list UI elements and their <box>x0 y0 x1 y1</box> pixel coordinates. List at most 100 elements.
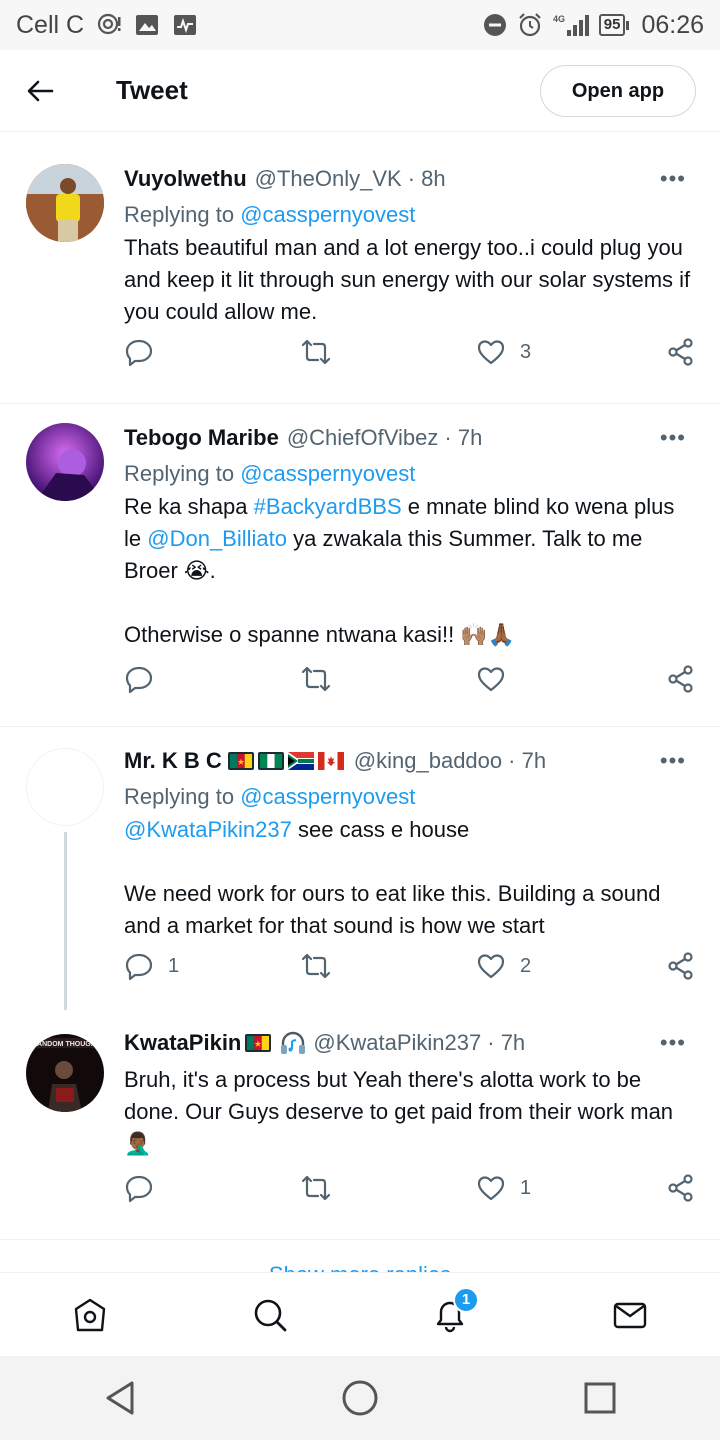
clock: 06:26 <box>641 10 704 39</box>
tweet-vuyolwethu[interactable]: Vuyolwethu @TheOnly_VK · 8h ••• Replying… <box>0 146 720 404</box>
like-count: 2 <box>520 954 532 977</box>
retweet-button[interactable] <box>300 664 346 694</box>
avatar[interactable] <box>26 423 104 501</box>
tweet-kwatapikin[interactable]: RANDOM THOUGHTS KwataPikin @KwataPikin23… <box>0 1010 720 1240</box>
share-icon <box>668 665 693 693</box>
share-button[interactable] <box>666 337 696 367</box>
display-name[interactable]: Vuyolwethu <box>124 166 247 192</box>
text-segment: Bruh, it's a process but Yeah there's al… <box>124 1067 674 1124</box>
like-button[interactable]: 2 <box>476 951 531 981</box>
timestamp[interactable]: · 7h <box>444 425 482 451</box>
replying-to-label: Replying to <box>124 461 235 486</box>
canada-flag-icon <box>317 752 344 770</box>
avatar[interactable] <box>26 748 104 826</box>
mention-link[interactable]: @KwataPikin237 <box>124 817 292 842</box>
like-icon <box>477 1176 505 1201</box>
reply-mention-link[interactable]: @casspernyovest <box>240 784 415 809</box>
system-home-button[interactable] <box>320 1358 400 1438</box>
more-icon[interactable]: ••• <box>660 166 686 192</box>
display-name[interactable]: Mr. K B C <box>124 748 222 774</box>
retweet-button[interactable] <box>300 337 346 367</box>
nav-search[interactable] <box>225 1273 315 1357</box>
back-button[interactable] <box>0 50 80 132</box>
nav-notifications[interactable]: 1 <box>405 1273 495 1357</box>
reply-button[interactable] <box>124 1173 168 1203</box>
handle[interactable]: @TheOnly_VK <box>255 166 402 192</box>
display-name[interactable]: Tebogo Maribe <box>124 425 279 451</box>
text-segment: see cass e house <box>298 817 470 842</box>
text-segment: . <box>209 558 216 583</box>
handle[interactable]: @king_baddoo <box>354 748 502 774</box>
reply-mention-link[interactable]: @casspernyovest <box>240 202 415 227</box>
mention-link[interactable]: @Don_Billiato <box>147 526 287 551</box>
more-icon[interactable]: ••• <box>660 425 686 451</box>
tweet-text: Thats beautiful man and a lot energy too… <box>124 235 691 324</box>
like-button[interactable]: 3 <box>476 337 531 367</box>
system-back-button[interactable] <box>80 1358 160 1438</box>
reply-count: 1 <box>168 954 180 977</box>
signal-icon: 4G <box>553 12 589 38</box>
replying-to: Replying to @casspernyovest <box>124 202 696 228</box>
text-segment: Otherwise o spanne ntwana kasi!! <box>124 622 455 647</box>
timestamp[interactable]: · 8h <box>408 166 446 192</box>
retweet-button[interactable] <box>300 951 346 981</box>
nav-messages[interactable] <box>585 1273 675 1357</box>
timestamp[interactable]: · 7h <box>508 748 546 774</box>
carrier-label: Cell C <box>16 10 85 39</box>
display-name[interactable]: KwataPikin <box>124 1030 241 1056</box>
timestamp[interactable]: · 7h <box>487 1030 525 1056</box>
handle[interactable]: @ChiefOfVibez <box>287 425 439 451</box>
system-recents-button[interactable] <box>560 1358 640 1438</box>
avatar[interactable]: RANDOM THOUGHTS <box>26 1034 104 1112</box>
gallery-icon <box>134 13 160 37</box>
share-icon <box>668 338 693 366</box>
triangle-back-icon <box>106 1381 134 1415</box>
hotspot-icon <box>96 13 122 37</box>
tweet-header: Tebogo Maribe @ChiefOfVibez · 7h ••• <box>124 425 696 451</box>
tweet-header: Mr. K B C @king_baddoo · 7h ••• <box>124 748 696 774</box>
retweet-icon <box>301 666 331 692</box>
more-icon[interactable]: ••• <box>660 1030 686 1056</box>
more-icon[interactable]: ••• <box>660 748 686 774</box>
retweet-icon <box>301 1175 331 1201</box>
back-arrow-icon <box>27 80 54 101</box>
battery-indicator: 95 <box>598 14 630 36</box>
replies-feed[interactable]: Vuyolwethu @TheOnly_VK · 8h ••• Replying… <box>0 146 720 1272</box>
retweet-icon <box>301 339 331 365</box>
reply-mention-link[interactable]: @casspernyovest <box>240 461 415 486</box>
tweet-header: KwataPikin @KwataPikin237 · 7h ••• <box>124 1030 696 1056</box>
handle[interactable]: @KwataPikin237 <box>313 1030 481 1056</box>
crying-emoji: 😭 <box>183 558 210 583</box>
headphones-icon <box>281 1031 306 1054</box>
nav-home[interactable] <box>45 1273 135 1357</box>
bottom-navigation: 1 <box>0 1272 720 1356</box>
share-icon <box>668 1174 693 1202</box>
circle-home-icon <box>342 1380 378 1416</box>
hashtag-link[interactable]: #BackyardBBS <box>254 494 402 519</box>
tweet-mr-kbc[interactable]: Mr. K B C @king_baddoo · 7h ••• Replying… <box>0 728 720 1010</box>
page-title: Tweet <box>116 75 188 105</box>
text-segment: Re ka shapa <box>124 494 248 519</box>
mail-icon <box>613 1302 647 1328</box>
share-button[interactable] <box>666 1173 696 1203</box>
reply-button[interactable]: 1 <box>124 951 179 981</box>
facepalm-emoji: 🤦🏾‍♂️ <box>124 1131 152 1156</box>
alarm-icon <box>517 12 543 38</box>
like-button[interactable]: 1 <box>476 1173 531 1203</box>
tweet-tebogo-maribe[interactable]: Tebogo Maribe @ChiefOfVibez · 7h ••• Rep… <box>0 405 720 727</box>
text-segment: We need work for ours to eat like this. … <box>124 881 661 938</box>
top-app-bar: Tweet Open app <box>0 50 720 132</box>
avatar[interactable] <box>26 164 104 242</box>
like-button[interactable] <box>476 664 520 694</box>
show-more-replies-link[interactable]: Show more replies <box>0 1262 720 1272</box>
tweet-header: Vuyolwethu @TheOnly_VK · 8h ••• <box>124 166 696 192</box>
share-button[interactable] <box>666 951 696 981</box>
open-app-button[interactable]: Open app <box>540 65 696 117</box>
reply-button[interactable] <box>124 664 168 694</box>
notification-badge: 1 <box>453 1286 479 1313</box>
like-icon <box>477 667 505 692</box>
retweet-button[interactable] <box>300 1173 346 1203</box>
system-navigation-bar <box>0 1356 720 1440</box>
share-button[interactable] <box>666 664 696 694</box>
reply-button[interactable] <box>124 337 168 367</box>
